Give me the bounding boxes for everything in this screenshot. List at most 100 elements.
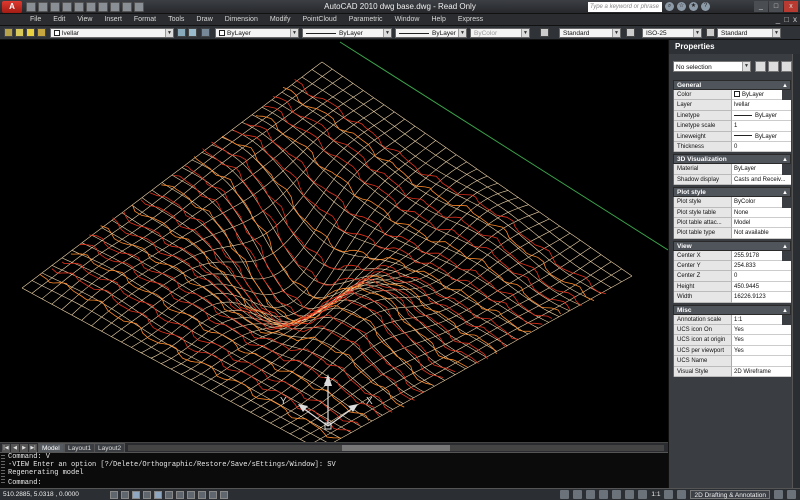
property-row[interactable]: Visual Style 2D Wireframe [673, 366, 791, 377]
quick-view-drawings-icon[interactable] [586, 490, 596, 499]
property-value[interactable]: Yes [732, 325, 791, 336]
toggle-pickadd-icon[interactable] [755, 61, 766, 72]
property-row[interactable]: Center Z0 [673, 271, 791, 282]
property-value[interactable]: None [732, 207, 791, 218]
table-style-dropdown[interactable]: Standard ▼ [717, 28, 781, 38]
collapse-icon[interactable]: ▲ [782, 188, 788, 198]
showmotion-icon[interactable] [638, 490, 648, 499]
property-value[interactable] [732, 356, 791, 367]
workspace-switch-icon[interactable] [677, 490, 687, 499]
drawing-close-button[interactable]: x [793, 15, 797, 24]
property-row[interactable]: UCS icon at origin Yes [673, 335, 791, 346]
minimize-button[interactable]: _ [754, 1, 768, 12]
property-row[interactable]: Plot style table None [673, 207, 791, 218]
property-value[interactable]: 450.9445 [732, 281, 791, 293]
last-tab-icon[interactable]: ▶| [29, 444, 37, 452]
property-value[interactable]: 255.9178 [732, 250, 783, 262]
text-style-dropdown[interactable]: Standard ▼ [559, 28, 621, 38]
lock-icon[interactable] [774, 490, 783, 499]
3d-object-snap-icon[interactable] [165, 491, 173, 499]
property-row[interactable]: UCS icon On Yes [673, 325, 791, 336]
model-space-icon[interactable] [560, 490, 570, 499]
polar-tracking-icon[interactable] [143, 491, 151, 499]
snap-mode-icon[interactable] [110, 491, 118, 499]
property-row[interactable]: Plot table type Not available [673, 228, 791, 239]
menu-modify[interactable]: Modify [264, 16, 297, 23]
dynamic-input-icon[interactable] [198, 491, 206, 499]
property-row[interactable]: UCS per viewport Yes [673, 345, 791, 357]
layer-properties-icon[interactable] [4, 28, 13, 37]
selection-dropdown[interactable]: No selection ▼ [673, 61, 751, 72]
property-row[interactable]: Plot style ByColor [673, 197, 783, 208]
coordinate-readout[interactable]: 510.2885, 5.0318 , 0.0000 [3, 491, 79, 498]
object-snap-icon[interactable] [154, 491, 162, 499]
lineweight-display-icon[interactable] [209, 491, 217, 499]
layer-lock-icon[interactable] [37, 28, 46, 37]
menu-help[interactable]: Help [425, 16, 451, 23]
section-header[interactable]: General ▲ [673, 80, 791, 90]
collapse-icon[interactable]: ▲ [782, 155, 788, 165]
property-value[interactable]: Yes [732, 345, 791, 357]
select-objects-icon[interactable] [768, 61, 779, 72]
clean-screen-icon[interactable] [787, 490, 796, 499]
property-row[interactable]: Linetype ByLayer [673, 110, 791, 122]
collapse-icon[interactable]: ▲ [782, 81, 788, 91]
menu-dimension[interactable]: Dimension [219, 16, 264, 23]
quick-view-layouts-icon[interactable] [573, 490, 583, 499]
menu-format[interactable]: Format [128, 16, 162, 23]
collapse-icon[interactable]: ▲ [782, 242, 788, 252]
property-row[interactable]: Linetype scale 1 [673, 121, 791, 132]
property-value[interactable]: ByLayer [732, 164, 783, 175]
annotation-visibility-icon[interactable] [664, 490, 674, 499]
scrollbar-thumb[interactable] [342, 445, 450, 451]
property-value[interactable]: lvellar [732, 100, 791, 111]
zoom-icon[interactable] [612, 490, 622, 499]
horizontal-scrollbar[interactable] [128, 445, 664, 451]
property-row[interactable]: Material ByLayer [673, 164, 783, 175]
property-row[interactable]: Annotation scale 1:1 [673, 314, 783, 326]
plot-style-dropdown[interactable]: ByColor ▼ [470, 28, 530, 38]
property-value[interactable]: ByLayer [732, 90, 783, 101]
steeringwheel-icon[interactable] [625, 490, 635, 499]
section-header[interactable]: Plot style ▲ [673, 187, 791, 198]
dim-style-icon[interactable] [626, 28, 635, 37]
collapse-icon[interactable]: ▲ [782, 306, 788, 316]
object-snap-tracking-icon[interactable] [176, 491, 184, 499]
layer-on-icon[interactable] [15, 28, 24, 37]
color-dropdown[interactable]: ByLayer ▼ [215, 28, 299, 38]
menu-view[interactable]: View [71, 16, 98, 23]
annotation-scale[interactable]: 1:1 [651, 491, 660, 498]
maximize-button[interactable]: □ [769, 1, 783, 12]
property-value[interactable]: ByLayer [732, 110, 791, 122]
drawing-restore-button[interactable]: □ [784, 15, 789, 24]
property-value[interactable]: 1:1 [732, 314, 783, 326]
property-row[interactable]: Height 450.9445 [673, 281, 791, 293]
property-row[interactable]: Plot table attac... Model [673, 217, 791, 229]
grid-display-icon[interactable] [121, 491, 129, 499]
search-icon[interactable]: ⌕ [665, 2, 674, 11]
property-value[interactable]: 1 [732, 121, 791, 132]
layer-states-icon[interactable] [201, 28, 210, 37]
property-value[interactable]: Not available [732, 228, 791, 239]
command-line-grip[interactable] [1, 455, 5, 485]
prev-tab-icon[interactable]: ◀ [11, 444, 19, 452]
pan-icon[interactable] [599, 490, 609, 499]
table-style-icon[interactable] [706, 28, 715, 37]
lineweight-dropdown[interactable]: ByLayer ▼ [395, 28, 467, 38]
dim-style-dropdown[interactable]: ISO-25 ▼ [642, 28, 702, 38]
menu-pointcloud[interactable]: PointCloud [296, 16, 342, 23]
layer-dropdown[interactable]: lvellar ▼ [50, 28, 174, 38]
text-style-icon[interactable] [540, 28, 549, 37]
property-value[interactable]: 2D Wireframe [732, 366, 791, 377]
property-value[interactable]: ByLayer [732, 131, 791, 142]
drawing-minimize-button[interactable]: _ [776, 15, 780, 24]
property-row[interactable]: Center Y 254.833 [673, 261, 791, 272]
layer-freeze-icon[interactable] [26, 28, 35, 37]
property-value[interactable]: ByColor [732, 197, 783, 208]
menu-tools[interactable]: Tools [162, 16, 190, 23]
workspace-switcher[interactable]: 2D Drafting & Annotation [690, 490, 770, 499]
menu-file[interactable]: File [24, 16, 47, 23]
palette-side-strip[interactable] [792, 54, 800, 488]
menu-edit[interactable]: Edit [47, 16, 71, 23]
property-value[interactable]: Casts and Receiv... [732, 174, 791, 186]
